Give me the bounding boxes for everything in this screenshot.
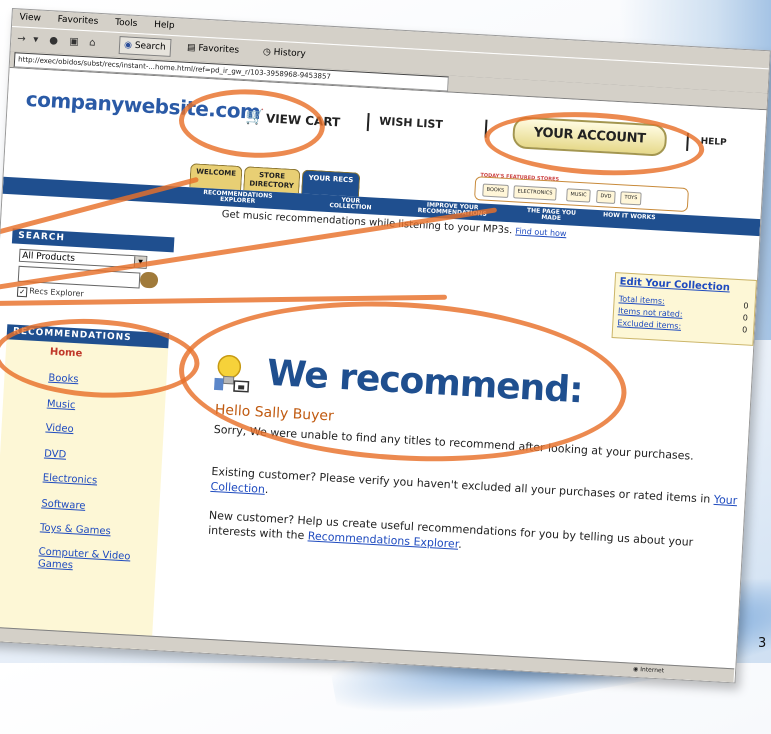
store-books-button[interactable]: BOOKS (482, 183, 509, 198)
search-button-label: Search (134, 40, 166, 53)
home-icon[interactable]: ⌂ (89, 35, 96, 50)
items-not-rated-link[interactable]: Items not rated: (618, 306, 683, 319)
store-music-button[interactable]: MUSIC (566, 188, 591, 203)
tab-store-directory[interactable]: STORE DIRECTORY (243, 166, 301, 194)
browser-screenshot: View Favorites Tools Help → ▾ ● ▣ ⌂ ◉ Se… (0, 8, 771, 684)
stop-icon[interactable]: ● (49, 33, 59, 48)
page-title: We recommend: (265, 352, 584, 412)
wish-list-link[interactable]: WISH LIST (379, 115, 443, 132)
menu-view[interactable]: View (12, 9, 48, 24)
your-account-button[interactable]: YOUR ACCOUNT (511, 116, 668, 157)
edit-collection-link[interactable]: Edit Your Collection (619, 276, 730, 293)
store-electronics-button[interactable]: ELECTRONICS (513, 185, 557, 201)
favorites-icon: ▤ (186, 42, 196, 54)
view-cart-label: VIEW CART (265, 111, 341, 130)
menu-tools[interactable]: Tools (108, 14, 145, 29)
sidebar-item-music[interactable]: Music (47, 399, 76, 412)
total-items-link[interactable]: Total items: (618, 294, 665, 306)
tab-your-recs[interactable]: YOUR RECS (301, 169, 361, 197)
greeting: Hello Sally Buyer (214, 401, 335, 425)
help-link[interactable]: HELP (700, 137, 727, 148)
site-search-input[interactable] (17, 265, 141, 289)
page-number: 3 (758, 636, 767, 651)
sidebar-item-dvd[interactable]: DVD (44, 448, 67, 460)
cart-icon: 🛒 (244, 107, 265, 127)
history-icon: ◷ (262, 47, 272, 58)
header-divider (366, 113, 370, 132)
header-divider (686, 132, 690, 151)
tab-welcome[interactable]: WELCOME (189, 163, 243, 191)
favorites-button[interactable]: ▤ Favorites (183, 40, 244, 59)
chevron-down-icon: ▼ (133, 256, 147, 268)
globe-icon: ◉ (632, 665, 639, 673)
website-page: companywebsite.com 🛒VIEW CART WISH LIST … (0, 67, 767, 684)
sidebar-item-books[interactable]: Books (48, 373, 79, 386)
sorry-paragraph: Sorry, We were unable to find any titles… (213, 422, 695, 463)
store-dvd-button[interactable]: DVD (596, 189, 616, 204)
search-button[interactable]: ◉ Search (118, 36, 172, 57)
back-arrow-icon[interactable]: → (17, 31, 26, 46)
history-button-label: History (273, 47, 306, 60)
menu-help[interactable]: Help (147, 17, 182, 32)
total-items-value: 0 (743, 301, 749, 311)
excluded-items-link[interactable]: Excluded items: (617, 318, 681, 331)
lightbulb-icon (213, 354, 250, 393)
existing-customer-text: Existing customer? Please verify you hav… (211, 464, 711, 506)
history-button[interactable]: ◷ History (258, 44, 310, 63)
header-divider (484, 119, 488, 138)
find-out-how-link[interactable]: Find out how (515, 226, 567, 238)
items-not-rated-value: 0 (742, 313, 749, 323)
edit-collection-panel: Edit Your Collection Total items: 0 Item… (611, 272, 757, 346)
favorites-button-label: Favorites (198, 43, 240, 56)
new-customer-end: . (457, 537, 463, 551)
product-select-value: All Products (21, 250, 76, 264)
view-cart-link[interactable]: 🛒VIEW CART (245, 107, 341, 130)
dropdown-icon[interactable]: ▾ (33, 32, 39, 47)
recommendations-sidebar (0, 338, 169, 657)
refresh-icon[interactable]: ▣ (69, 34, 79, 50)
search-icon: ◉ (123, 40, 133, 51)
store-toys-button[interactable]: TOYS (619, 191, 642, 206)
sidebar-item-home[interactable]: Home (50, 347, 83, 360)
status-zone: ◉ Internet (633, 666, 664, 675)
recs-explorer-checkbox[interactable]: ✓ (16, 286, 28, 298)
menu-favorites[interactable]: Favorites (50, 11, 105, 27)
search-go-button[interactable] (139, 271, 159, 289)
recs-explorer-label: Recs Explorer (28, 286, 84, 299)
status-zone-label: Internet (640, 666, 665, 675)
existing-customer-end: . (264, 482, 269, 497)
excluded-items-value: 0 (741, 325, 748, 335)
sidebar-item-video[interactable]: Video (45, 423, 74, 436)
site-logo[interactable]: companywebsite.com (25, 87, 261, 124)
